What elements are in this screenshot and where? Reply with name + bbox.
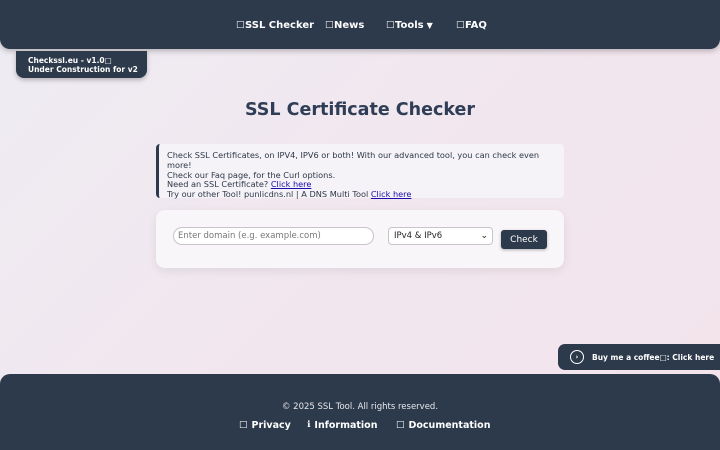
ip-version-select[interactable]: IPv4 & IPv6 ⌄ xyxy=(388,227,493,245)
check-form-card: IPv4 & IPv6 ⌄ Check xyxy=(156,210,564,268)
nav-faq-label: FAQ xyxy=(465,19,487,31)
nav-news[interactable]: □ News xyxy=(325,17,364,33)
page-title: SSL Certificate Checker xyxy=(244,100,476,120)
nav-tools-label: Tools xyxy=(395,19,424,31)
check-button[interactable]: Check xyxy=(501,230,547,249)
documentation-icon: □ xyxy=(396,420,405,430)
version-badge-line1: Checkssl.eu - v1.0□ xyxy=(28,56,112,65)
footer-link-documentation-label: Documentation xyxy=(408,419,491,431)
info-line-3-text: Need an SSL Certificate? xyxy=(167,179,271,190)
info-box: Check SSL Certificates, on IPV4, IPV6 or… xyxy=(156,144,564,200)
buy-me-a-coffee-label: Buy me a coffee□: Click here xyxy=(592,352,715,362)
nav-ssl-checker-label: SSL Checker xyxy=(245,19,315,31)
news-icon: □ xyxy=(325,20,334,30)
ip-version-selected: IPv4 & IPv6 xyxy=(394,231,443,241)
nav-faq[interactable]: □ FAQ xyxy=(456,17,487,33)
nav-ssl-checker[interactable]: □ SSL Checker xyxy=(236,17,314,33)
chevron-right-icon: › xyxy=(570,350,584,364)
info-icon: ℹ xyxy=(307,420,311,430)
ssl-checker-icon: □ xyxy=(236,20,245,30)
tools-icon: □ xyxy=(386,20,395,30)
privacy-icon: □ xyxy=(239,420,248,430)
chevron-down-icon: ⌄ xyxy=(480,231,488,241)
footer: © 2025 SSL Tool. All rights reserved. □ … xyxy=(0,374,720,450)
info-line-4: Try our other Tool! punlicdns.nl | A DNS… xyxy=(167,189,564,200)
version-badge: Checkssl.eu - v1.0□ Under Construction f… xyxy=(16,51,147,78)
dns-tool-link[interactable]: Click here xyxy=(371,189,412,199)
info-line-4-text: Try our other Tool! punlicdns.nl | A DNS… xyxy=(167,189,371,200)
nav-news-label: News xyxy=(334,19,365,31)
copyright-text: © 2025 SSL Tool. All rights reserved. xyxy=(281,402,439,412)
ssl-certificate-link[interactable]: Click here xyxy=(271,179,312,189)
footer-link-information-label: Information xyxy=(314,419,378,431)
domain-input[interactable] xyxy=(173,227,374,245)
top-navbar: □ SSL Checker □ News □ Tools ▼ □ FAQ xyxy=(0,0,720,49)
buy-me-a-coffee-button[interactable]: › Buy me a coffee□: Click here xyxy=(558,344,720,370)
footer-link-documentation[interactable]: □ Documentation xyxy=(396,418,490,432)
nav-tools[interactable]: □ Tools ▼ xyxy=(386,17,433,33)
chevron-down-icon: ▼ xyxy=(426,20,433,30)
footer-link-information[interactable]: ℹ Information xyxy=(307,418,377,432)
footer-link-privacy-label: Privacy xyxy=(251,419,291,431)
info-line-1: Check SSL Certificates, on IPV4, IPV6 or… xyxy=(167,150,540,170)
footer-link-privacy[interactable]: □ Privacy xyxy=(239,418,291,432)
version-badge-line2: Under Construction for v2 xyxy=(28,65,138,74)
faq-icon: □ xyxy=(456,20,465,30)
